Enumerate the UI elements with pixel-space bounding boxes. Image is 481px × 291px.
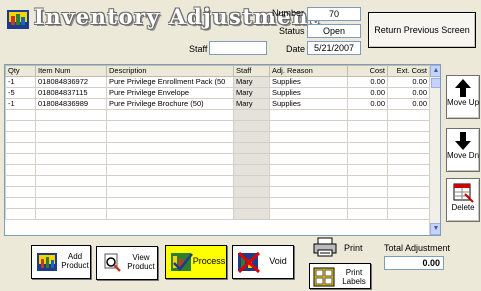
view-product-button[interactable]: View Product — [96, 246, 158, 280]
number-label: Number — [272, 8, 305, 18]
cell-adj-reason[interactable]: Supplies — [269, 98, 348, 110]
total-adjustment-label: Total Adjustment — [384, 243, 451, 253]
empty-row[interactable] — [5, 197, 430, 209]
cell-cost[interactable]: 0.00 — [347, 98, 388, 110]
date-field[interactable]: 5/21/2007 — [307, 41, 361, 55]
cell-cost[interactable]: 0.00 — [347, 87, 388, 99]
column-header-qty[interactable]: Qty — [5, 65, 36, 77]
add-product-button[interactable]: Add Product — [31, 245, 91, 279]
table-header-row: Qty Item Num Description Staff Adj. Reas… — [5, 65, 430, 77]
print-labels-label-1: Print — [345, 268, 363, 277]
cell-qty[interactable]: -1 — [5, 76, 36, 88]
status-label: Status — [279, 26, 305, 36]
cell-staff[interactable]: Mary — [233, 98, 270, 110]
print-labels-button[interactable]: Print Labels — [309, 263, 371, 289]
cell-description[interactable]: Pure Privilege Brochure (50) — [106, 98, 234, 110]
cell-staff[interactable]: Mary — [233, 87, 270, 99]
column-header-adj-reason[interactable]: Adj. Reason — [269, 65, 348, 77]
view-product-icon — [104, 253, 121, 272]
add-product-label-1: Add — [67, 252, 83, 261]
cell-item-num[interactable]: 018084836972 — [35, 76, 107, 88]
cell-ext-cost[interactable]: 0.00 — [387, 87, 430, 99]
empty-row[interactable] — [5, 120, 430, 132]
cell-adj-reason[interactable]: Supplies — [269, 76, 348, 88]
cell-description[interactable]: Pure Privilege Envelope — [106, 87, 234, 99]
move-down-label: Move Dn — [447, 151, 480, 160]
adjustment-table: Qty Item Num Description Staff Adj. Reas… — [5, 65, 430, 220]
empty-row[interactable] — [5, 109, 430, 121]
cell-item-num[interactable]: 018084836989 — [35, 98, 107, 110]
cell-cost[interactable]: 0.00 — [347, 76, 388, 88]
add-product-icon — [37, 253, 57, 271]
scroll-thumb[interactable] — [431, 78, 440, 88]
process-icon — [171, 253, 193, 271]
scroll-down-arrow-icon[interactable]: ▼ — [430, 223, 440, 235]
arrow-down-icon — [455, 132, 471, 150]
labels-icon — [313, 267, 335, 287]
move-up-label: Move Up — [447, 98, 480, 107]
empty-row[interactable] — [5, 186, 430, 198]
scroll-up-arrow-icon[interactable]: ▲ — [430, 65, 440, 77]
cell-item-num[interactable]: 018084837115 — [35, 87, 107, 99]
cell-staff[interactable]: Mary — [233, 76, 270, 88]
column-header-staff[interactable]: Staff — [233, 65, 270, 77]
process-label: Process — [192, 256, 226, 266]
void-button[interactable]: Void — [232, 245, 294, 279]
delete-button[interactable]: Delete — [446, 178, 480, 222]
column-header-item-num[interactable]: Item Num — [35, 65, 107, 77]
move-down-button[interactable]: Move Dn — [446, 128, 480, 172]
void-label: Void — [269, 256, 287, 266]
empty-row[interactable] — [5, 142, 430, 154]
column-header-ext-cost[interactable]: Ext. Cost — [387, 65, 430, 77]
cell-ext-cost[interactable]: 0.00 — [387, 98, 430, 110]
vertical-scrollbar[interactable]: ▲ ▼ — [429, 65, 440, 235]
column-header-description[interactable]: Description — [106, 65, 234, 77]
delete-icon — [453, 183, 474, 203]
return-previous-screen-button[interactable]: Return Previous Screen — [368, 12, 476, 48]
adjustment-grid[interactable]: Qty Item Num Description Staff Adj. Reas… — [4, 64, 441, 236]
date-label: Date — [286, 44, 306, 54]
table-row[interactable]: -1 018084836989 Pure Privilege Brochure … — [5, 98, 430, 110]
empty-row[interactable] — [5, 175, 430, 187]
move-up-button[interactable]: Move Up — [446, 75, 480, 119]
cell-adj-reason[interactable]: Supplies — [269, 87, 348, 99]
empty-row[interactable] — [5, 131, 430, 143]
empty-row[interactable] — [5, 208, 430, 220]
staff-field[interactable] — [209, 41, 267, 55]
status-field[interactable]: Open — [307, 24, 361, 38]
total-adjustment-value: 0.00 — [384, 256, 444, 270]
arrow-up-icon — [455, 79, 471, 97]
table-row[interactable]: -1 018084836972 Pure Privilege Enrollmen… — [5, 76, 430, 88]
empty-row[interactable] — [5, 164, 430, 176]
cell-qty[interactable]: -5 — [5, 87, 36, 99]
table-row[interactable]: -5 018084837115 Pure Privilege Envelope … — [5, 87, 430, 99]
view-product-label-2: Product — [127, 262, 155, 271]
column-header-cost[interactable]: Cost — [347, 65, 388, 77]
process-button[interactable]: Process — [165, 245, 227, 279]
inventory-icon — [6, 7, 30, 31]
void-icon — [237, 251, 261, 273]
view-product-label-1: View — [132, 253, 150, 262]
staff-label: Staff — [189, 44, 208, 54]
add-product-label-2: Product — [61, 261, 89, 270]
empty-row[interactable] — [5, 153, 430, 165]
cell-description[interactable]: Pure Privilege Enrollment Pack (50 — [106, 76, 234, 88]
print-button[interactable]: Print — [344, 243, 363, 253]
printer-icon[interactable] — [312, 237, 338, 257]
print-labels-label-2: Labels — [342, 277, 366, 286]
cell-ext-cost[interactable]: 0.00 — [387, 76, 430, 88]
number-field[interactable]: 70 — [307, 7, 361, 21]
cell-qty[interactable]: -1 — [5, 98, 36, 110]
delete-label: Delete — [451, 203, 475, 212]
